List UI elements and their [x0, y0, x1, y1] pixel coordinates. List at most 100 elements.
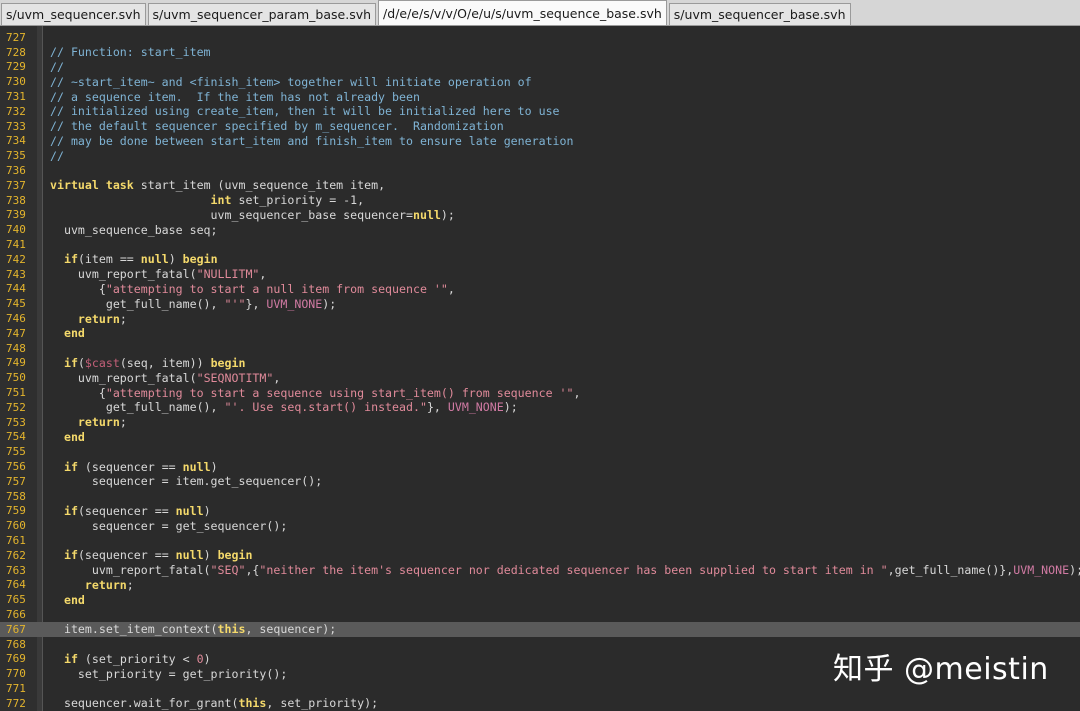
code-line[interactable]: 736: [0, 163, 1080, 178]
line-number: 761: [6, 533, 26, 547]
line-number: 745: [6, 297, 26, 311]
code-token: (seq, item)): [119, 355, 211, 370]
code-token: if: [63, 503, 78, 518]
code-line[interactable]: 758: [0, 489, 1080, 504]
code-text: if(item == null) begin: [37, 252, 218, 266]
code-line[interactable]: 735 //: [0, 148, 1080, 163]
code-line[interactable]: 772 sequencer.wait_for_grant(this, set_p…: [0, 696, 1080, 711]
tab-uvm-sequence-base[interactable]: /d/e/e/s/v/v/O/e/u/s/uvm_sequence_base.s…: [378, 0, 667, 25]
line-number: 736: [6, 164, 26, 178]
code-token: ,: [573, 385, 581, 400]
code-token: set_priority = -1,: [231, 193, 365, 208]
code-line[interactable]: 728 // Function: start_item: [0, 45, 1080, 60]
code-token: (: [77, 355, 85, 370]
code-line[interactable]: 750 uvm_report_fatal("SEQNOTITM",: [0, 370, 1080, 385]
code-line[interactable]: 746 return;: [0, 311, 1080, 326]
code-token: (sequencer ==: [77, 459, 183, 474]
code-line[interactable]: 745 get_full_name(), "'"}, UVM_NONE);: [0, 296, 1080, 311]
code-token: {: [50, 281, 106, 296]
code-line[interactable]: 756 if (sequencer == null): [0, 459, 1080, 474]
code-line[interactable]: 740 uvm_sequence_base seq;: [0, 222, 1080, 237]
code-text: return;: [37, 578, 134, 592]
code-token: if: [63, 355, 78, 370]
line-number: 734: [6, 134, 26, 148]
code-text: get_full_name(), "'"}, UVM_NONE);: [37, 297, 336, 311]
code-line-current[interactable]: 767 item.set_item_context(this, sequence…: [0, 621, 1080, 637]
code-line[interactable]: 766: [0, 607, 1080, 622]
code-line[interactable]: 748: [0, 341, 1080, 356]
code-line[interactable]: 744 {"attempting to start a null item fr…: [0, 282, 1080, 297]
code-line[interactable]: 743 uvm_report_fatal("NULLITM",: [0, 267, 1080, 282]
code-line[interactable]: 753 return;: [0, 415, 1080, 430]
code-token: item.set_item_context(: [50, 622, 218, 637]
code-line[interactable]: 738 int set_priority = -1,: [0, 193, 1080, 208]
line-number: 732: [6, 104, 26, 118]
code-line[interactable]: 749 if($cast(seq, item)) begin: [0, 356, 1080, 371]
code-text: uvm_report_fatal("SEQNOTITM",: [37, 371, 280, 385]
line-number: 751: [6, 386, 26, 400]
code-line[interactable]: 765 end: [0, 592, 1080, 607]
code-line[interactable]: 732 // initialized using create_item, the…: [0, 104, 1080, 119]
code-text: return;: [37, 415, 127, 429]
code-line[interactable]: 729 //: [0, 60, 1080, 75]
code-line[interactable]: 739 uvm_sequencer_base sequencer=null);: [0, 208, 1080, 223]
code-token: "attempting to start a sequence using st…: [105, 385, 574, 400]
code-line[interactable]: 731 // a sequence item. If the item has n…: [0, 89, 1080, 104]
code-text: // ~start_item~ and <finish_item> togeth…: [37, 75, 532, 89]
code-line[interactable]: 737 virtual task start_item (uvm_sequence…: [0, 178, 1080, 193]
code-token: ;: [119, 415, 127, 430]
code-line[interactable]: 761: [0, 533, 1080, 548]
code-token: ;: [126, 577, 134, 592]
code-token: UVM_NONE: [447, 400, 504, 415]
line-number: 771: [6, 681, 26, 695]
code-token: // initialized using create_item, then i…: [50, 104, 560, 119]
code-token: null: [175, 548, 204, 563]
code-token: ): [168, 252, 183, 267]
code-line[interactable]: 754 end: [0, 430, 1080, 445]
code-line[interactable]: 755: [0, 444, 1080, 459]
code-line[interactable]: 751 {"attempting to start a sequence usi…: [0, 385, 1080, 400]
line-number: 754: [6, 430, 26, 444]
code-line[interactable]: 741: [0, 237, 1080, 252]
tab-uvm-sequencer[interactable]: s/uvm_sequencer.svh: [1, 3, 146, 25]
code-token: "'. Use seq.start() instead.": [224, 400, 427, 415]
code-line[interactable]: 760 sequencer = get_sequencer();: [0, 518, 1080, 533]
line-number: 770: [6, 667, 26, 681]
code-text: // Function: start_item: [37, 45, 211, 59]
line-number: 744: [6, 282, 26, 296]
code-line[interactable]: 733 // the default sequencer specified by…: [0, 119, 1080, 134]
code-token: // a sequence item. If the item has not …: [50, 89, 420, 104]
tab-uvm-sequencer-base[interactable]: s/uvm_sequencer_base.svh: [668, 3, 851, 25]
code-token: );: [322, 296, 337, 311]
code-line[interactable]: 759 if(sequencer == null): [0, 504, 1080, 519]
code-line[interactable]: 742 if(item == null) begin: [0, 252, 1080, 267]
code-token: begin: [217, 548, 253, 563]
code-line[interactable]: 757 sequencer = item.get_sequencer();: [0, 474, 1080, 489]
tab-bar: s/uvm_sequencer.svh s/uvm_sequencer_para…: [0, 0, 1080, 26]
code-line[interactable]: 752 get_full_name(), "'. Use seq.start()…: [0, 400, 1080, 415]
code-line[interactable]: 730 // ~start_item~ and <finish_item> tog…: [0, 74, 1080, 89]
code-line[interactable]: 727: [0, 30, 1080, 45]
code-line[interactable]: 734 // may be done between start_item and…: [0, 134, 1080, 149]
code-text: if(sequencer == null) begin: [37, 548, 253, 563]
code-line[interactable]: 763 uvm_report_fatal("SEQ",{"neither the…: [0, 563, 1080, 578]
code-token: if: [63, 252, 78, 267]
line-number: 764: [6, 578, 26, 592]
line-number: 766: [6, 607, 26, 621]
code-line[interactable]: 764 return;: [0, 577, 1080, 592]
code-editor[interactable]: 727 728 // Function: start_item 729 // 730 // …: [0, 26, 1080, 711]
code-token: },: [426, 400, 448, 415]
tab-uvm-sequencer-param-base[interactable]: s/uvm_sequencer_param_base.svh: [147, 3, 377, 25]
line-number: 727: [6, 30, 26, 44]
code-line[interactable]: 747 end: [0, 326, 1080, 341]
code-token: ): [203, 651, 211, 666]
line-number: 767: [6, 622, 26, 636]
code-token: end: [63, 326, 85, 341]
code-token: ,get_full_name()},: [887, 563, 1014, 578]
code-line[interactable]: 762 if(sequencer == null) begin: [0, 548, 1080, 563]
watermark: 知乎 @meistin: [833, 652, 1049, 687]
